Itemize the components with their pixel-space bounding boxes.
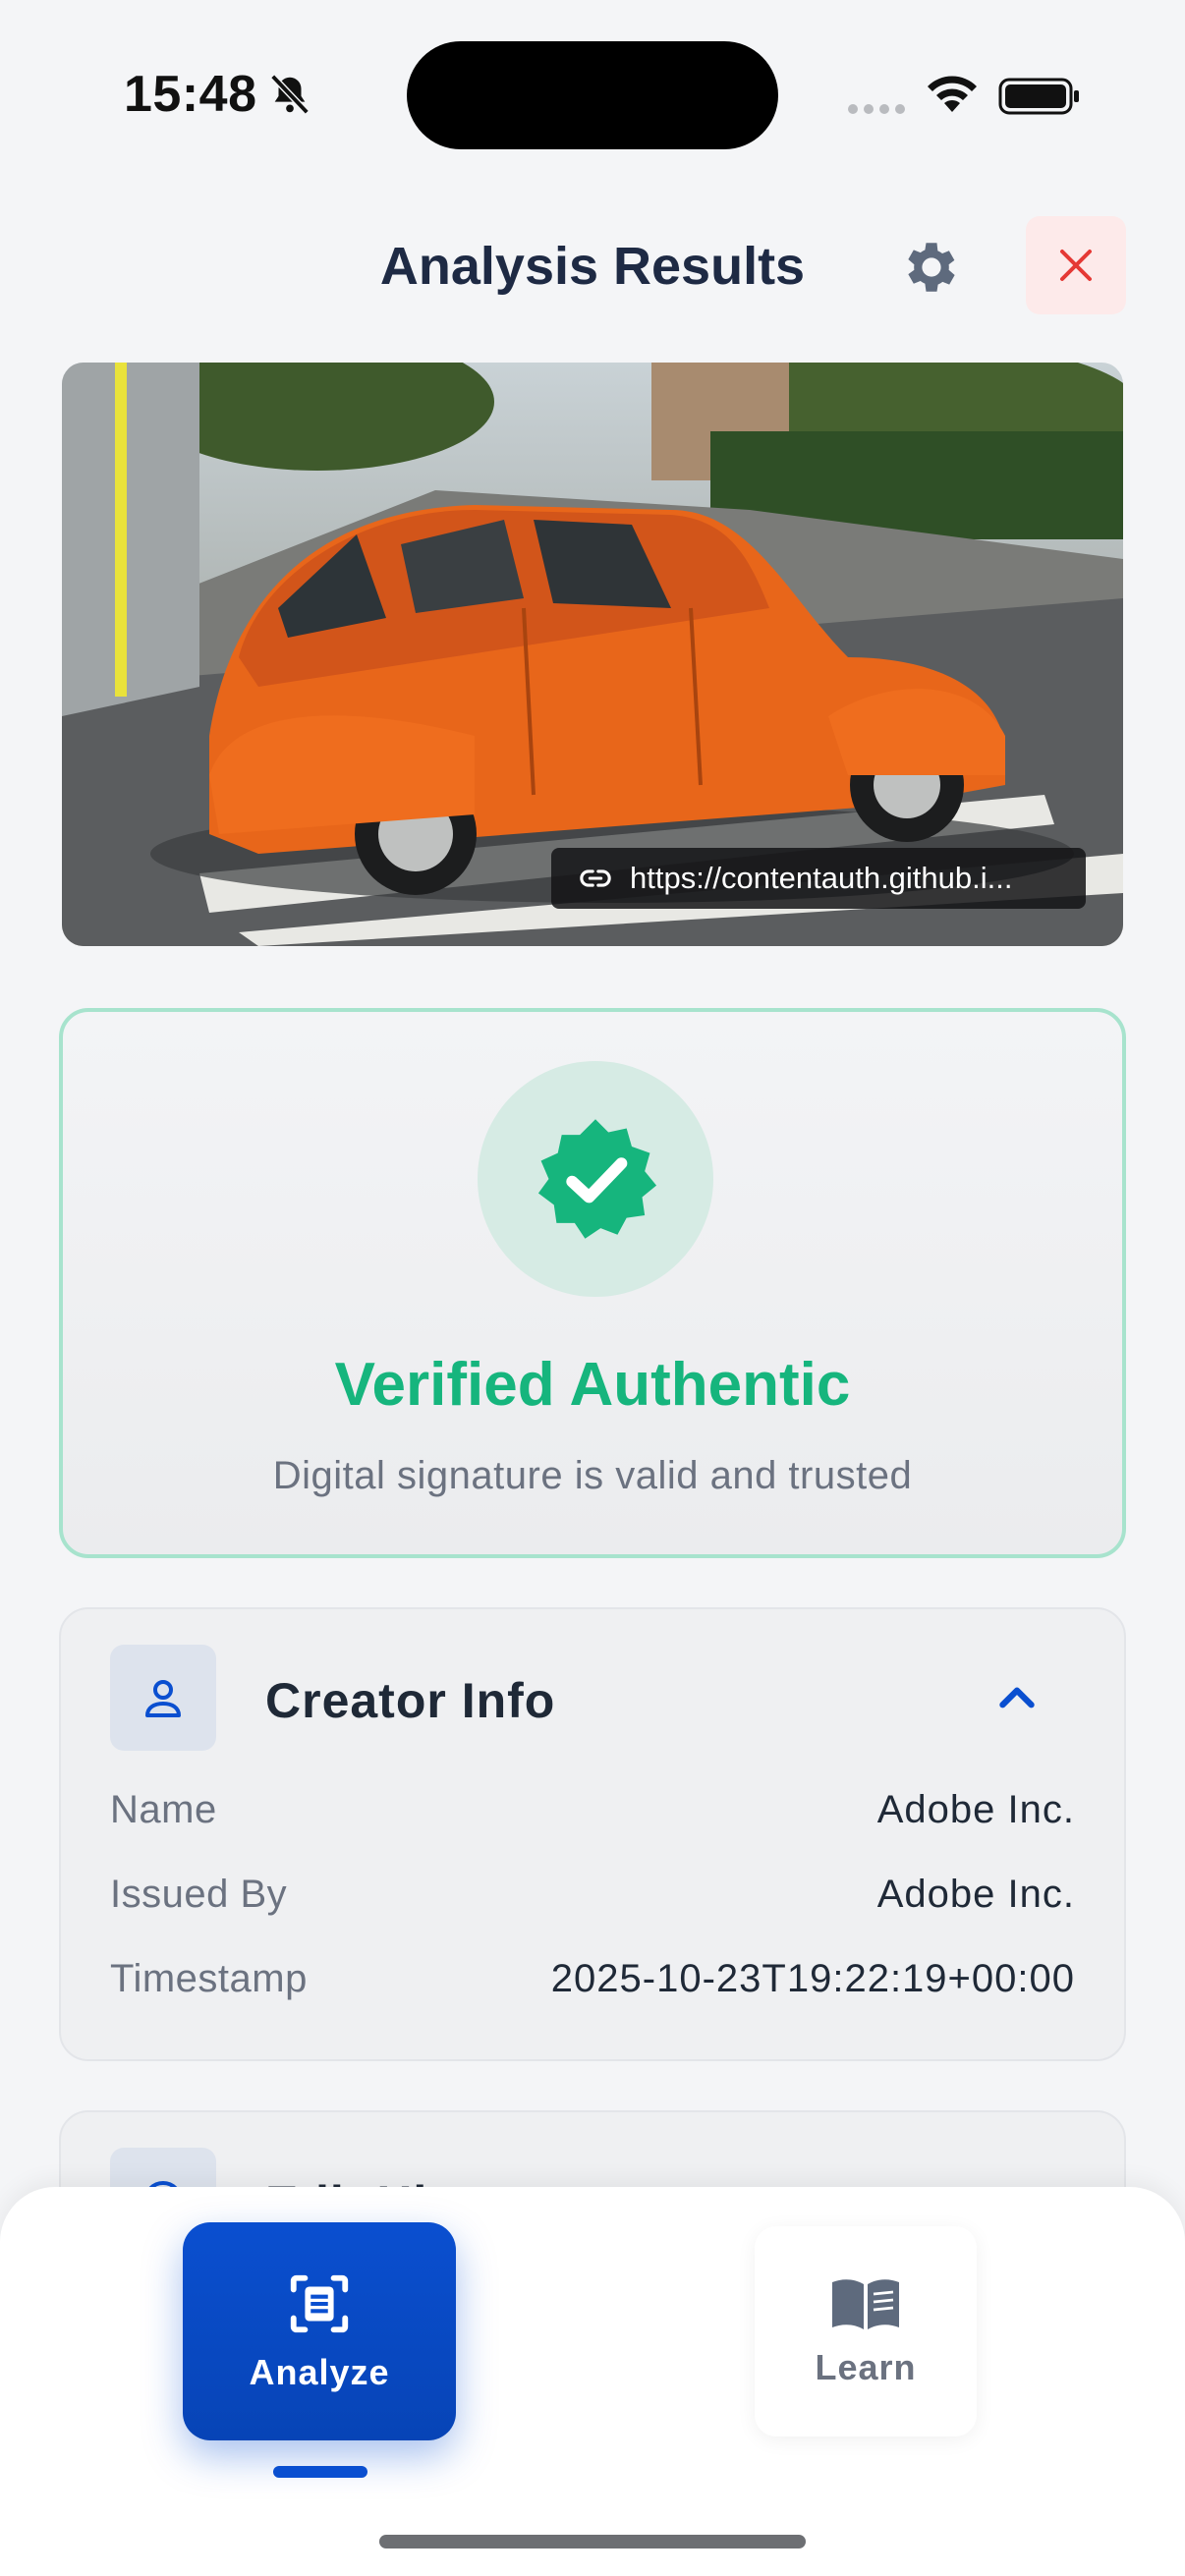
home-indicator xyxy=(379,2535,806,2548)
page-title: Analysis Results xyxy=(379,237,806,296)
wifi-icon xyxy=(928,76,977,112)
active-tab-indicator xyxy=(273,2466,367,2478)
row-label: Timestamp xyxy=(110,1956,308,2000)
status-bar: 15:48 xyxy=(0,0,1185,187)
source-url-text: https://contentauth.github.i... xyxy=(630,861,1013,895)
person-icon xyxy=(145,1680,181,1717)
creator-icon-box xyxy=(110,1645,216,1751)
dynamic-island xyxy=(407,41,778,149)
row-value: Adobe Inc. xyxy=(876,1872,1075,1916)
verification-title: Verified Authentic xyxy=(334,1351,851,1419)
verified-badge-icon xyxy=(537,1119,657,1239)
row-value: 2025-10-23T19:22:19+00:00 xyxy=(550,1956,1075,2000)
cellular-signal-icon xyxy=(848,104,905,114)
row-label: Name xyxy=(110,1787,217,1831)
link-icon xyxy=(580,869,611,887)
creator-info-title[interactable]: Creator Info xyxy=(265,1672,555,1729)
bell-slash-icon xyxy=(270,74,310,115)
gear-icon xyxy=(908,243,955,292)
close-icon xyxy=(1060,250,1092,281)
screen: 15:48 Analysis Results https://contentau… xyxy=(0,0,1185,2576)
verification-card: Verified Authentic Digital signature is … xyxy=(59,1008,1126,1558)
verified-badge-circle xyxy=(478,1061,713,1297)
creator-row-timestamp: Timestamp 2025-10-23T19:22:19+00:00 xyxy=(110,1949,1075,2008)
tab-analyze-label: Analyze xyxy=(249,2352,390,2392)
creator-row-issued-by: Issued By Adobe Inc. xyxy=(110,1865,1075,1924)
battery-icon xyxy=(998,78,1079,115)
status-time: 15:48 xyxy=(124,66,257,123)
scan-document-icon xyxy=(290,2274,349,2333)
source-url-pill[interactable]: https://contentauth.github.i... xyxy=(551,848,1086,909)
tab-learn-label: Learn xyxy=(815,2347,917,2387)
close-button[interactable] xyxy=(1026,216,1126,314)
analyzed-image: https://contentauth.github.i... xyxy=(62,363,1123,946)
book-icon xyxy=(832,2279,899,2329)
settings-button[interactable] xyxy=(896,232,967,303)
verification-subtitle: Digital signature is valid and trusted xyxy=(272,1454,913,1497)
tab-learn[interactable]: Learn xyxy=(755,2226,977,2436)
creator-info-card: Creator Info Name Adobe Inc. Issued By A… xyxy=(59,1607,1126,2061)
bottom-nav: Analyze Learn xyxy=(0,2187,1185,2576)
chevron-up-icon[interactable] xyxy=(992,1674,1042,1723)
creator-row-name: Name Adobe Inc. xyxy=(110,1780,1075,1839)
tab-analyze[interactable]: Analyze xyxy=(183,2222,456,2440)
row-label: Issued By xyxy=(110,1872,288,1916)
row-value: Adobe Inc. xyxy=(876,1787,1075,1831)
